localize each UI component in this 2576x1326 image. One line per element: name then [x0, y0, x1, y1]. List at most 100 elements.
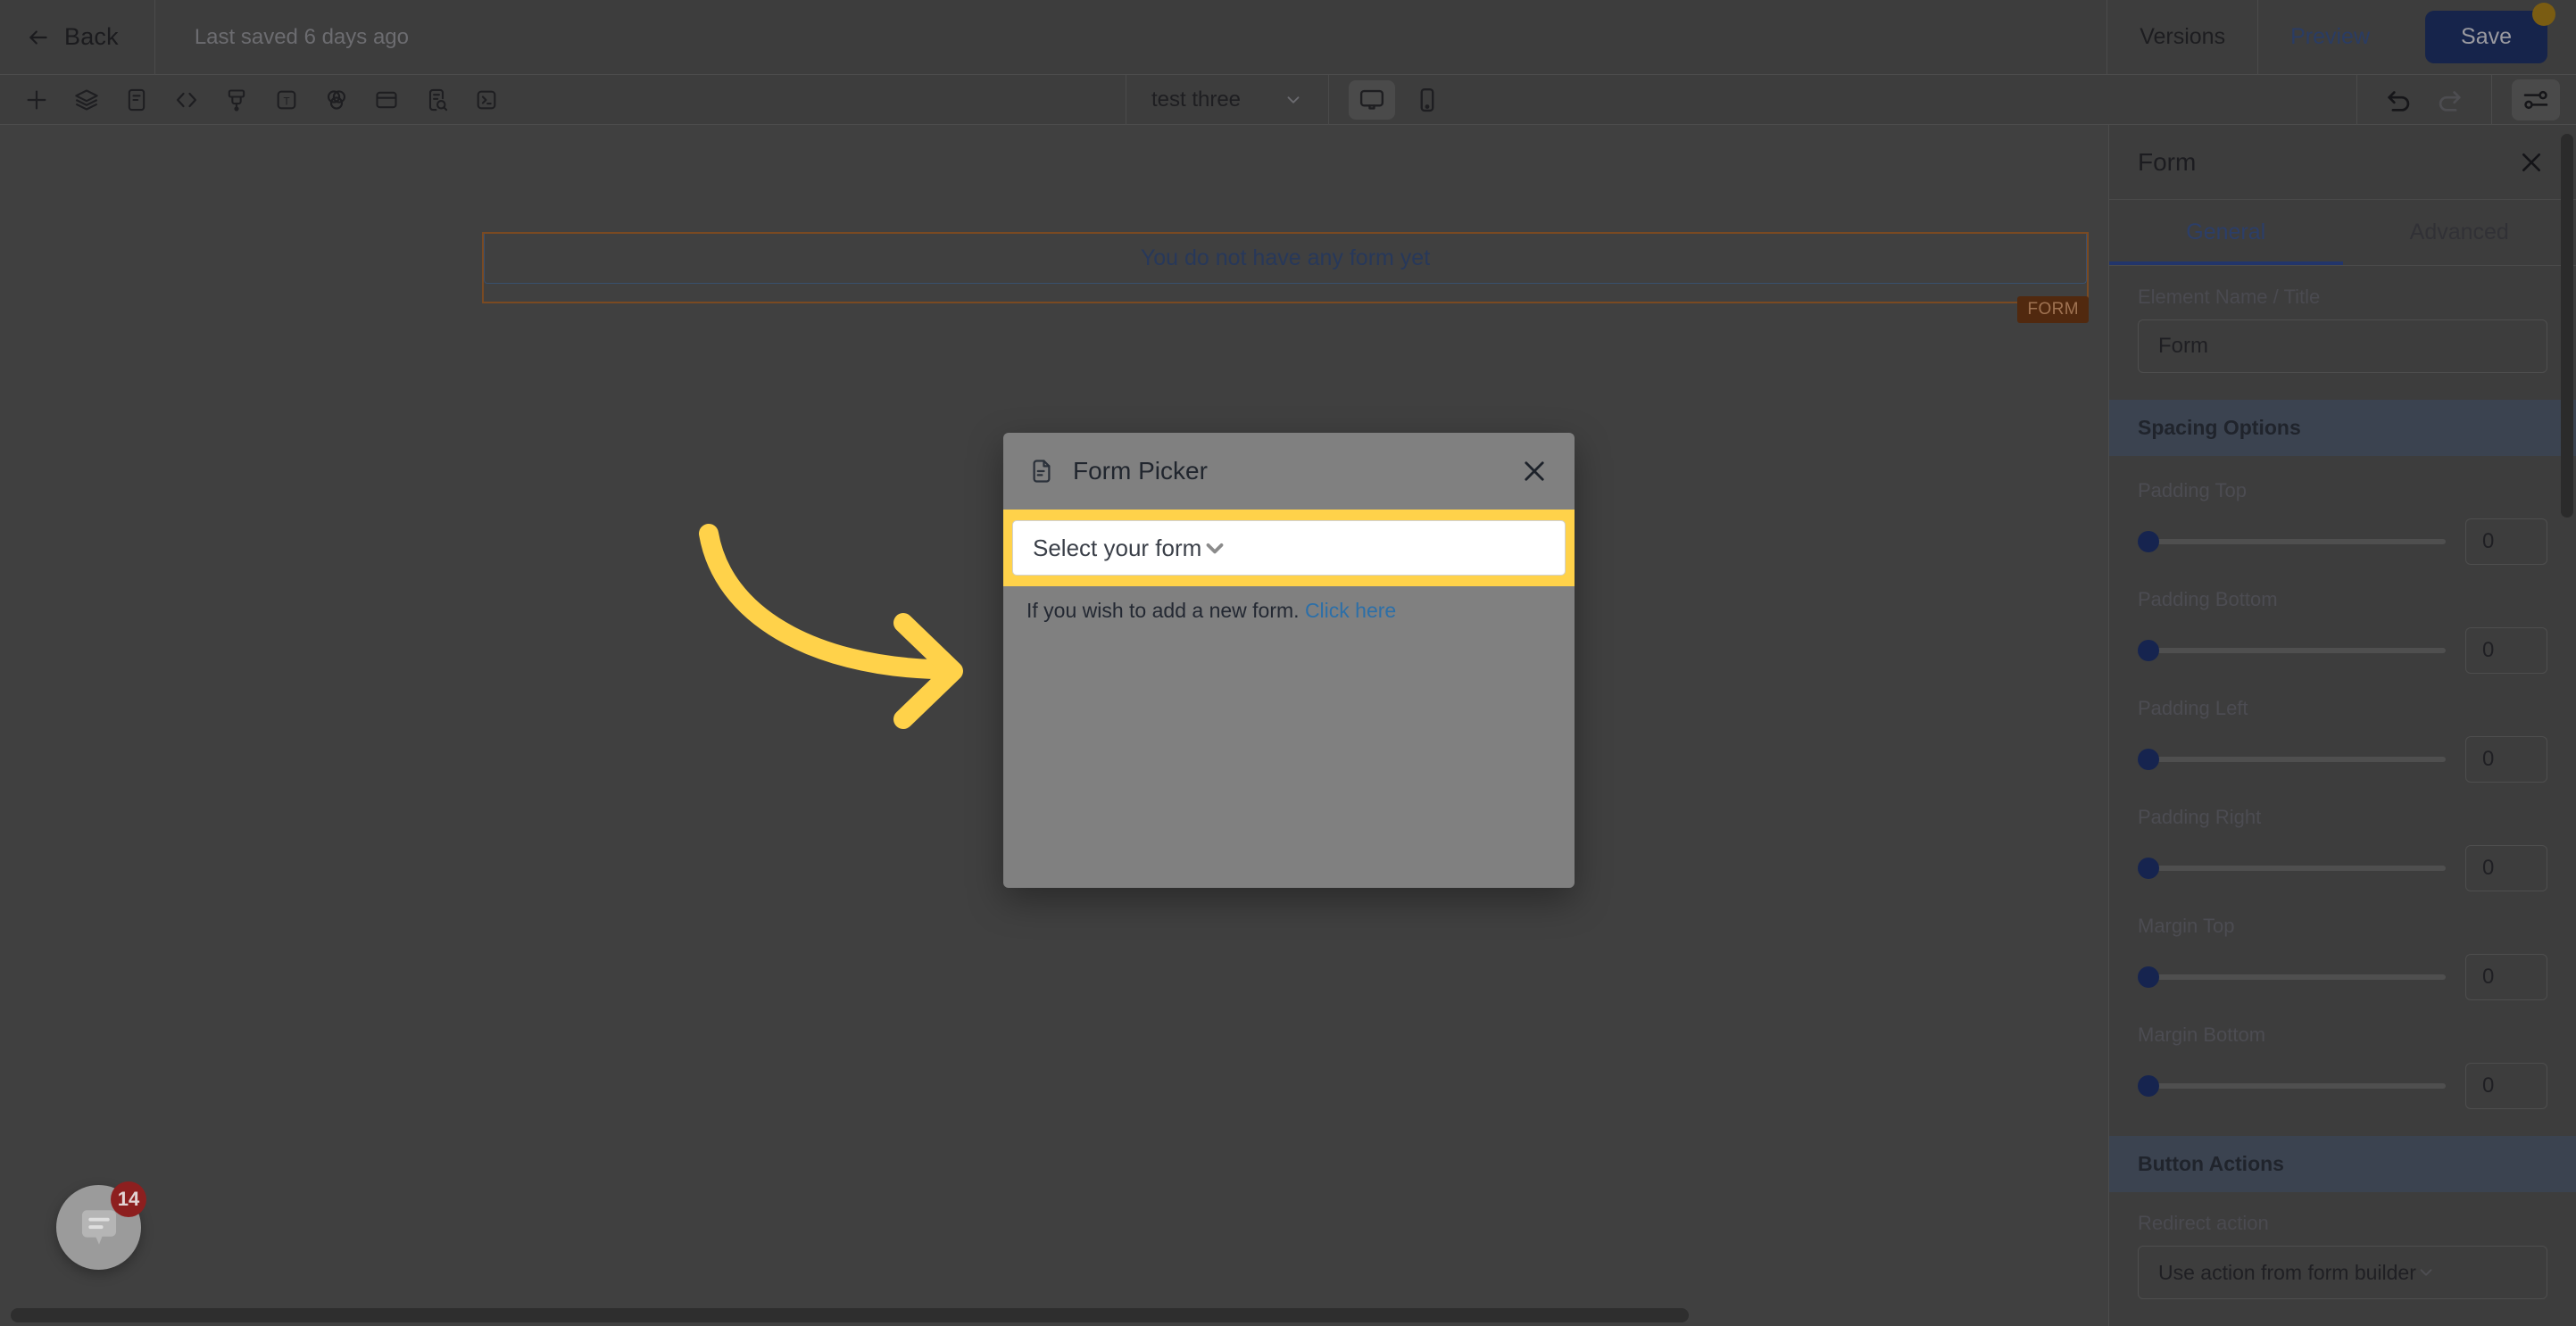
back-label: Back [64, 23, 119, 50]
chevron-down-icon [1284, 90, 1303, 110]
form-select-dropdown[interactable]: Select your form [1012, 520, 1566, 576]
hint-text: If you wish to add a new form. [1026, 599, 1300, 622]
panel-body: Element Name / Title Form Spacing Option… [2109, 266, 2576, 1326]
slider-control: 0 [2138, 518, 2547, 565]
undo-icon[interactable] [2384, 85, 2414, 115]
slider-control: 0 [2138, 845, 2547, 891]
chevron-down-icon [1201, 535, 1228, 561]
settings-panel-toggle[interactable] [2512, 79, 2560, 120]
chat-unread-badge: 14 [111, 1181, 146, 1217]
slider-padding-right: Padding Right 0 [2109, 783, 2576, 891]
save-button-wrapper: Save [2425, 3, 2555, 63]
slider-margin-top: Margin Top 0 [2109, 891, 2576, 1000]
card-layout-icon[interactable] [366, 81, 407, 119]
redo-icon[interactable] [2434, 85, 2464, 115]
redirect-action-dropdown[interactable]: Use action from form builder [2138, 1246, 2547, 1299]
toolbar-left-tools: T [0, 81, 507, 119]
arrow-left-icon [27, 26, 50, 49]
back-button[interactable]: Back [0, 0, 155, 75]
annotation-arrow-icon [699, 524, 963, 729]
desktop-view-button[interactable] [1349, 79, 1396, 120]
close-icon[interactable] [2517, 148, 2546, 177]
preview-button[interactable]: Preview [2257, 0, 2402, 75]
slider-padding-bottom: Padding Bottom 0 [2109, 565, 2576, 674]
selected-form-element[interactable]: You do not have any form yet FORM [482, 232, 2089, 323]
slider-control: 0 [2138, 1063, 2547, 1109]
slider-track[interactable] [2138, 640, 2446, 661]
add-new-form-hint: If you wish to add a new form. Click her… [1003, 586, 1575, 623]
form-empty-message: You do not have any form yet [1140, 245, 1431, 270]
slider-value-input[interactable]: 0 [2465, 845, 2547, 891]
slider-control: 0 [2138, 627, 2547, 674]
slider-track[interactable] [2138, 1075, 2446, 1097]
slider-value-input[interactable]: 0 [2465, 1063, 2547, 1109]
redirect-action-label: Redirect action [2138, 1212, 2269, 1234]
panel-header: Form [2109, 125, 2576, 200]
redirect-action-value: Use action from form builder [2158, 1260, 2416, 1284]
toolbar-center: test three [1125, 74, 1450, 125]
element-name-field: Element Name / Title Form [2109, 266, 2576, 373]
slider-control: 0 [2138, 736, 2547, 783]
form-empty-state: You do not have any form yet [484, 234, 2087, 284]
slider-value-input[interactable]: 0 [2465, 518, 2547, 565]
color-blend-icon[interactable] [316, 81, 357, 119]
slider-thumb[interactable] [2138, 966, 2159, 988]
page-search-icon[interactable] [416, 81, 457, 119]
text-icon[interactable]: T [266, 81, 307, 119]
dialog-title: Form Picker [1073, 457, 1208, 485]
slider-value-input[interactable]: 0 [2465, 954, 2547, 1000]
chat-support-button[interactable]: 14 [56, 1181, 146, 1270]
form-select-value: Select your form [1033, 534, 1202, 561]
save-button[interactable]: Save [2425, 11, 2547, 63]
last-saved-label: Last saved 6 days ago [194, 24, 409, 49]
button-actions-header: Button Actions [2109, 1136, 2576, 1192]
top-bar: Back Last saved 6 days ago Versions Prev… [0, 0, 2576, 75]
slider-label: Padding Right [2138, 806, 2262, 828]
document-icon [1028, 458, 1073, 485]
slider-value-input[interactable]: 0 [2465, 736, 2547, 783]
add-element-icon[interactable] [16, 81, 57, 119]
slider-thumb[interactable] [2138, 531, 2159, 552]
slider-label: Margin Bottom [2138, 1024, 2266, 1046]
slider-track[interactable] [2138, 858, 2446, 879]
slider-track[interactable] [2138, 531, 2446, 552]
unsaved-changes-dot [2532, 3, 2555, 26]
slider-control: 0 [2138, 954, 2547, 1000]
slider-track[interactable] [2138, 749, 2446, 770]
panel-tabs: General Advanced [2109, 200, 2576, 266]
panel-scrollbar[interactable] [2561, 134, 2573, 518]
settings-sliders-icon [2522, 86, 2550, 114]
slider-thumb[interactable] [2138, 1075, 2159, 1097]
close-icon[interactable] [1519, 456, 1550, 486]
slider-value-input[interactable]: 0 [2465, 627, 2547, 674]
mobile-view-button[interactable] [1404, 80, 1450, 120]
page-selector-value: test three [1151, 87, 1242, 112]
spacing-options-header: Spacing Options [2109, 400, 2576, 456]
mobile-icon [1414, 87, 1441, 113]
element-name-input[interactable]: Form [2138, 319, 2547, 373]
properties-panel: Form General Advanced Element Name / Tit… [2108, 125, 2576, 1326]
canvas-horizontal-scrollbar[interactable] [11, 1308, 1689, 1322]
slider-thumb[interactable] [2138, 858, 2159, 879]
tab-advanced[interactable]: Advanced [2343, 200, 2576, 265]
slider-label: Padding Bottom [2138, 588, 2278, 610]
element-type-badge: FORM [2017, 296, 2089, 323]
dialog-header: Form Picker [1003, 433, 1575, 510]
slider-track[interactable] [2138, 966, 2446, 988]
versions-button[interactable]: Versions [2107, 0, 2257, 75]
slider-label: Padding Left [2138, 697, 2248, 719]
toolbar-right [2356, 74, 2576, 125]
code-icon[interactable] [166, 81, 207, 119]
form-picker-dialog: Form Picker Select your form If you wish… [1003, 433, 1575, 888]
tab-general[interactable]: General [2109, 200, 2343, 265]
click-here-link[interactable]: Click here [1305, 599, 1396, 622]
terminal-icon[interactable] [466, 81, 507, 119]
layers-icon[interactable] [66, 81, 107, 119]
page-icon[interactable] [116, 81, 157, 119]
slider-label: Margin Top [2138, 915, 2235, 937]
slider-thumb[interactable] [2138, 640, 2159, 661]
page-selector-dropdown[interactable]: test three [1125, 74, 1330, 125]
brush-icon[interactable] [216, 81, 257, 119]
panel-title: Form [2138, 147, 2197, 176]
slider-thumb[interactable] [2138, 749, 2159, 770]
